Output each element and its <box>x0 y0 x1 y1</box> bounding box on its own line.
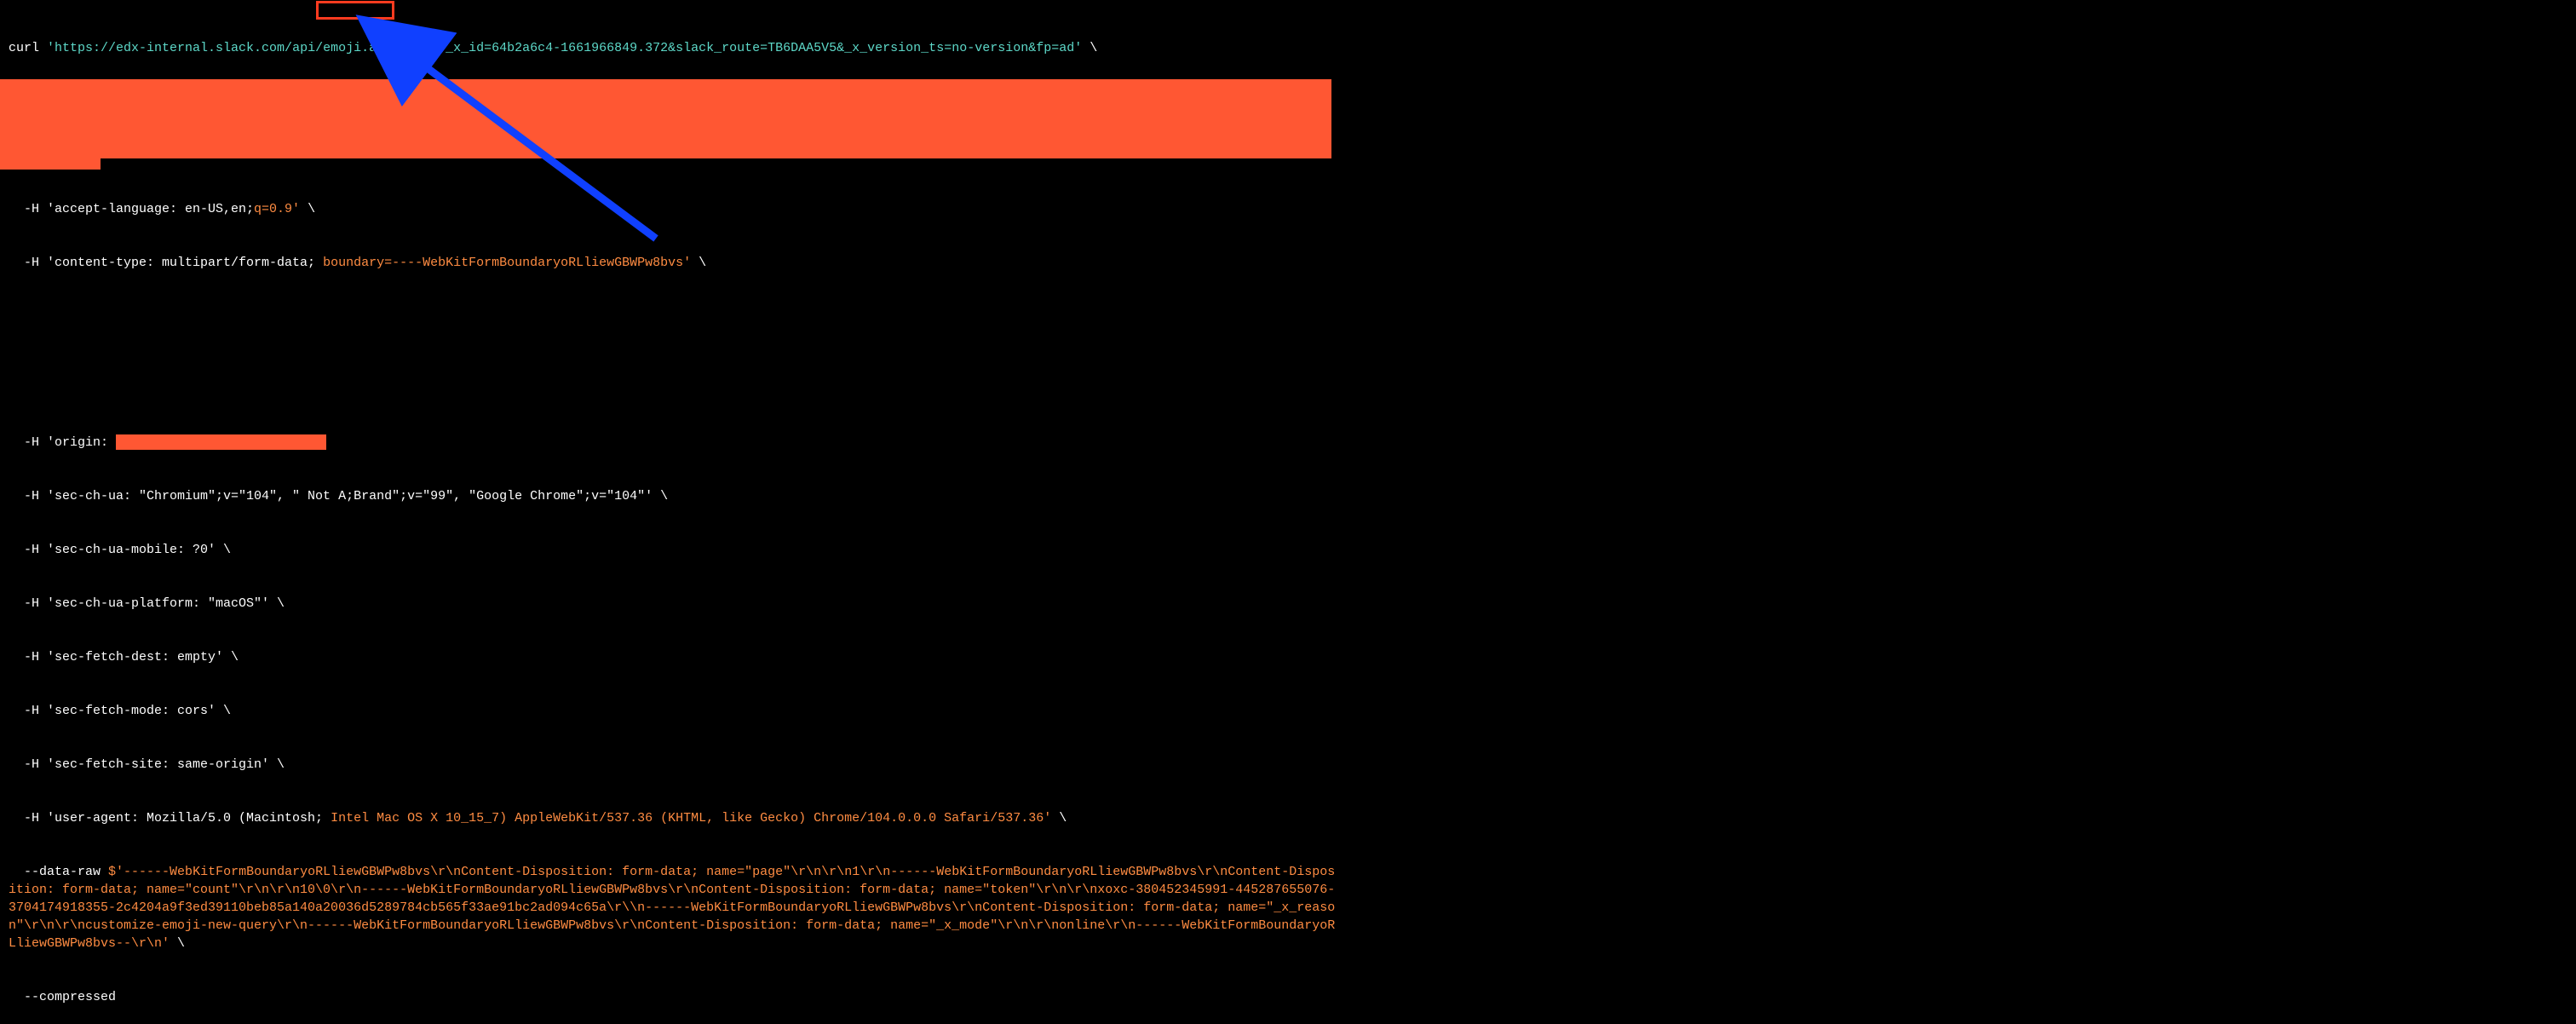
data-raw-prefix: --data-raw <box>9 865 108 879</box>
accept-lang-cont: \ <box>300 202 315 216</box>
accept-lang-white: -H 'accept-language: en-US,en; <box>9 202 254 216</box>
spacer-redacted <box>9 308 2567 398</box>
redact-large-block2 <box>0 158 101 170</box>
data-raw-cont: \ <box>170 936 185 951</box>
header-sec-ch-ua-platform: -H 'sec-ch-ua-platform: "macOS"' \ <box>9 595 2567 613</box>
header-sec-fetch-mode: -H 'sec-fetch-mode: cors' \ <box>9 702 2567 720</box>
curl-url-highlight: adminList? <box>369 41 446 55</box>
compressed-line: --compressed <box>9 988 2567 1006</box>
redact-origin <box>116 434 326 450</box>
curl-cmd: curl <box>9 41 47 55</box>
origin-pre: -H 'origin: <box>9 435 116 450</box>
header-sec-fetch-dest: -H 'sec-fetch-dest: empty' \ <box>9 648 2567 666</box>
user-agent-cont: \ <box>1051 811 1067 826</box>
header-sec-fetch-site: -H 'sec-fetch-site: same-origin' \ <box>9 756 2567 774</box>
redact-large-block <box>0 79 1331 158</box>
curl-cont: \ <box>1082 41 1097 55</box>
content-type-white: -H 'content-type: multipart/form-data; <box>9 256 323 270</box>
accept-lang-orange: q=0.9' <box>254 202 300 216</box>
header-content-type: -H 'content-type: multipart/form-data; b… <box>9 254 2567 272</box>
content-type-orange: boundary=----WebKitFormBoundaryoRLliewGB… <box>323 256 691 270</box>
header-sec-ch-ua-mobile: -H 'sec-ch-ua-mobile: ?0' \ <box>9 541 2567 559</box>
data-raw-content: $'------WebKitFormBoundaryoRLliewGBWPw8b… <box>9 865 1335 951</box>
curl-url-pre: 'https://edx-internal.slack.com/api/emoj… <box>47 41 369 55</box>
header-sec-ch-ua: -H 'sec-ch-ua: "Chromium";v="104", " Not… <box>9 487 2567 505</box>
header-origin: -H 'origin: <box>9 434 2567 452</box>
header-accept-lang: -H 'accept-language: en-US,en;q=0.9' \ <box>9 200 2567 218</box>
curl-url-post: _x_id=64b2a6c4-1661966849.372&slack_rout… <box>446 41 1082 55</box>
header-user-agent: -H 'user-agent: Mozilla/5.0 (Macintosh; … <box>9 809 2567 827</box>
content-type-cont: \ <box>691 256 706 270</box>
user-agent-white: -H 'user-agent: Mozilla/5.0 (Macintosh; <box>9 811 331 826</box>
curl-line: curl 'https://edx-internal.slack.com/api… <box>9 39 2567 57</box>
user-agent-orange: Intel Mac OS X 10_15_7) AppleWebKit/537.… <box>331 811 1051 826</box>
data-raw-line: --data-raw $'------WebKitFormBoundaryoRL… <box>9 863 1337 952</box>
